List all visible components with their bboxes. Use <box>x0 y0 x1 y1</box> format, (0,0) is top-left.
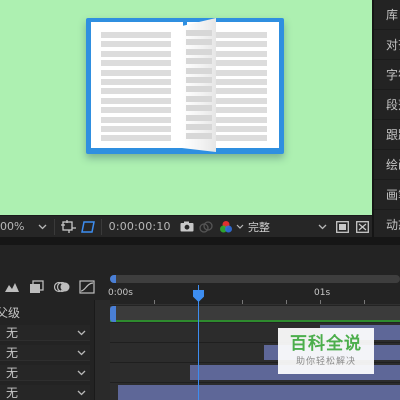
transparency-grid-icon[interactable] <box>80 219 96 235</box>
panel-item-align[interactable]: 对齐 <box>374 30 400 60</box>
time-navigator[interactable] <box>110 275 400 283</box>
comp-mini-flowchart-icon[interactable] <box>2 279 22 295</box>
ruler-label-1s: 01s <box>314 288 331 298</box>
chevron-down-icon <box>77 330 86 335</box>
layer-row: 无 <box>0 343 94 363</box>
right-panel-list: 库 对齐 字符 段落 跟踪器 绘画 画笔 动态草图 <box>372 0 400 240</box>
separator <box>100 218 102 235</box>
panel-item-paragraph[interactable]: 段落 <box>374 90 400 120</box>
region-of-interest-icon[interactable] <box>60 219 76 235</box>
panel-item-motion-sketch[interactable]: 动态草图 <box>374 210 400 240</box>
fast-preview-icon[interactable] <box>354 219 370 235</box>
time-ruler[interactable]: 0:00s 01s <box>108 285 400 305</box>
parent-column-label: 父级 <box>0 306 21 320</box>
ruler-tick <box>286 300 287 304</box>
panel-item-tracker[interactable]: 跟踪器 <box>374 120 400 150</box>
resolution-value: 完整 <box>247 220 270 234</box>
book-turning-page <box>182 18 216 152</box>
ruler-tick <box>154 300 155 304</box>
panel-divider[interactable] <box>0 237 400 245</box>
graph-editor-icon[interactable] <box>77 279 97 295</box>
parent-dropdown[interactable]: 无 <box>0 345 90 361</box>
ruler-tick <box>320 300 321 304</box>
show-snapshot-icon[interactable] <box>198 219 214 235</box>
chevron-down-icon <box>318 220 327 233</box>
ruler-tick <box>364 300 365 304</box>
playhead-line <box>198 285 199 400</box>
ruler-tick <box>242 300 243 304</box>
parent-dropdown[interactable]: 无 <box>0 385 90 400</box>
current-timecode[interactable]: 0:00:00:10 <box>109 220 171 233</box>
layer-row: 无 <box>0 363 94 383</box>
color-channels-icon[interactable] <box>218 219 234 235</box>
viewer-toolbar: 00% 0:00:00:10 完整 <box>0 215 372 237</box>
chevron-down-icon <box>77 370 86 375</box>
composition-viewer[interactable] <box>0 0 372 215</box>
camera-icon[interactable] <box>179 219 195 235</box>
layer-parent-list: 无 无 无 无 <box>0 323 94 400</box>
panel-item-library[interactable]: 库 <box>374 0 400 30</box>
parent-value: 无 <box>6 366 19 380</box>
parent-dropdown[interactable]: 无 <box>0 325 90 341</box>
book-left-page <box>91 22 183 148</box>
layer-row: 无 <box>0 383 94 400</box>
separator <box>54 218 56 235</box>
column-divider <box>94 300 110 400</box>
chevron-down-icon <box>77 390 86 395</box>
parent-value: 无 <box>6 386 19 400</box>
panel-item-character[interactable]: 字符 <box>374 60 400 90</box>
work-area-bar[interactable] <box>110 306 400 322</box>
chevron-down-icon[interactable] <box>236 219 244 235</box>
parent-value: 无 <box>6 326 19 340</box>
layer-row: 无 <box>0 323 94 343</box>
panel-item-brushes[interactable]: 画笔 <box>374 180 400 210</box>
timeline-toolbar <box>0 275 110 299</box>
resolution-dropdown[interactable]: 完整 <box>248 219 327 235</box>
zoom-dropdown[interactable]: 00% <box>0 216 51 238</box>
layer-duration-bar[interactable] <box>118 385 400 400</box>
parent-column-header[interactable]: 父级 <box>0 304 94 320</box>
panel-item-paint[interactable]: 绘画 <box>374 150 400 180</box>
timeline-panel: 父级 无 无 无 无 0:00s 01s <box>0 245 400 400</box>
draft-3d-icon[interactable] <box>27 279 47 295</box>
chevron-down-icon <box>38 220 47 233</box>
watermark-logo: 百科全说 助你轻松解决 <box>278 328 374 374</box>
watermark-title: 百科全说 <box>290 334 362 354</box>
view-layout-icon[interactable] <box>335 219 351 235</box>
track-row <box>110 383 400 400</box>
parent-dropdown[interactable]: 无 <box>0 365 90 381</box>
chevron-down-icon <box>77 350 86 355</box>
ruler-label-start: 0:00s <box>108 288 133 298</box>
parent-value: 无 <box>6 346 19 360</box>
watermark-subtitle: 助你轻松解决 <box>295 357 356 367</box>
zoom-value: 00% <box>0 220 25 233</box>
book-graphic <box>86 18 284 156</box>
motion-blur-icon[interactable] <box>52 279 72 295</box>
